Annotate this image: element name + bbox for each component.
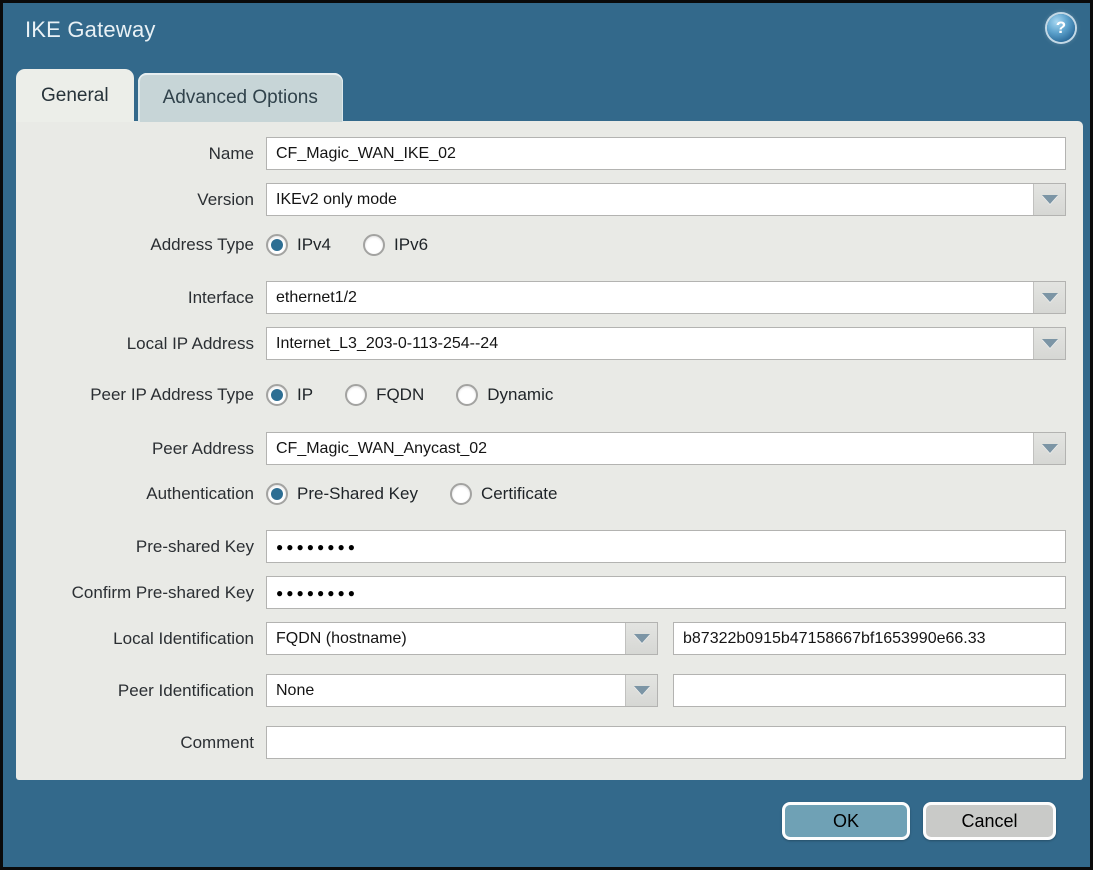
- comment-label: Comment: [16, 733, 266, 753]
- name-label: Name: [16, 144, 266, 164]
- address-type-label: Address Type: [16, 235, 266, 255]
- cancel-button[interactable]: Cancel: [923, 802, 1056, 840]
- local-identification-value-input[interactable]: [673, 622, 1066, 655]
- version-dropdown-button[interactable]: [1033, 184, 1065, 215]
- peer-ip-type-radio-group: IP FQDN Dynamic: [266, 384, 585, 406]
- chevron-down-icon: [1042, 195, 1058, 204]
- tab-general[interactable]: General: [16, 69, 134, 122]
- peer-identification-type-value: None: [267, 675, 625, 706]
- chevron-down-icon: [1042, 339, 1058, 348]
- radio-fqdn-label: FQDN: [376, 385, 424, 405]
- chevron-down-icon: [1042, 293, 1058, 302]
- peer-address-value: CF_Magic_WAN_Anycast_02: [267, 433, 1033, 464]
- peer-address-label: Peer Address: [16, 439, 266, 459]
- field-row-peer-ip-type: Peer IP Address Type IP FQDN Dynamic: [16, 382, 1083, 408]
- field-row-local-ip: Local IP Address Internet_L3_203-0-113-2…: [16, 327, 1083, 360]
- radio-certificate[interactable]: Certificate: [450, 483, 558, 505]
- version-dropdown[interactable]: IKEv2 only mode: [266, 183, 1066, 216]
- radio-ipv6-label: IPv6: [394, 235, 428, 255]
- peer-identification-value-input[interactable]: [673, 674, 1066, 707]
- radio-unselected-icon: [450, 483, 472, 505]
- page-title: IKE Gateway: [25, 17, 156, 43]
- confirm-pre-shared-key-input[interactable]: [266, 576, 1066, 609]
- field-row-pre-shared-key: Pre-shared Key: [16, 530, 1083, 563]
- local-identification-label: Local Identification: [16, 629, 266, 649]
- radio-ip[interactable]: IP: [266, 384, 313, 406]
- tab-advanced-options[interactable]: Advanced Options: [138, 73, 343, 122]
- address-type-radio-group: IPv4 IPv6: [266, 234, 460, 256]
- local-ip-value: Internet_L3_203-0-113-254--24: [267, 328, 1033, 359]
- field-row-peer-address: Peer Address CF_Magic_WAN_Anycast_02: [16, 432, 1083, 465]
- authentication-radio-group: Pre-Shared Key Certificate: [266, 483, 589, 505]
- local-identification-dropdown-button[interactable]: [625, 623, 657, 654]
- field-row-interface: Interface ethernet1/2: [16, 281, 1083, 314]
- pre-shared-key-input[interactable]: [266, 530, 1066, 563]
- field-row-peer-identification: Peer Identification None: [16, 674, 1083, 707]
- radio-selected-icon: [266, 234, 288, 256]
- general-tab-panel: Name Version IKEv2 only mode Address Typ…: [16, 121, 1083, 780]
- version-label: Version: [16, 190, 266, 210]
- radio-dynamic[interactable]: Dynamic: [456, 384, 553, 406]
- field-row-authentication: Authentication Pre-Shared Key Certificat…: [16, 481, 1083, 507]
- field-row-address-type: Address Type IPv4 IPv6: [16, 232, 1083, 258]
- radio-ip-label: IP: [297, 385, 313, 405]
- authentication-label: Authentication: [16, 484, 266, 504]
- chevron-down-icon: [634, 686, 650, 695]
- radio-ipv4[interactable]: IPv4: [266, 234, 331, 256]
- field-row-name: Name: [16, 137, 1083, 170]
- version-value: IKEv2 only mode: [267, 184, 1033, 215]
- peer-ip-type-label: Peer IP Address Type: [16, 385, 266, 405]
- chevron-down-icon: [1042, 444, 1058, 453]
- comment-input[interactable]: [266, 726, 1066, 759]
- radio-pre-shared-key-label: Pre-Shared Key: [297, 484, 418, 504]
- interface-label: Interface: [16, 288, 266, 308]
- radio-selected-icon: [266, 483, 288, 505]
- field-row-local-identification: Local Identification FQDN (hostname): [16, 622, 1083, 655]
- radio-unselected-icon: [345, 384, 367, 406]
- confirm-pre-shared-key-label: Confirm Pre-shared Key: [16, 583, 266, 603]
- local-identification-type-value: FQDN (hostname): [267, 623, 625, 654]
- dialog-footer: OK Cancel: [782, 802, 1056, 840]
- peer-identification-type-dropdown[interactable]: None: [266, 674, 658, 707]
- peer-identification-dropdown-button[interactable]: [625, 675, 657, 706]
- pre-shared-key-label: Pre-shared Key: [16, 537, 266, 557]
- ike-gateway-dialog: IKE Gateway ? General Advanced Options N…: [3, 3, 1090, 867]
- local-ip-dropdown-button[interactable]: [1033, 328, 1065, 359]
- tab-bar: General Advanced Options: [16, 69, 343, 122]
- radio-selected-icon: [266, 384, 288, 406]
- local-ip-label: Local IP Address: [16, 334, 266, 354]
- interface-value: ethernet1/2: [267, 282, 1033, 313]
- field-row-comment: Comment: [16, 726, 1083, 759]
- local-ip-dropdown[interactable]: Internet_L3_203-0-113-254--24: [266, 327, 1066, 360]
- peer-identification-label: Peer Identification: [16, 681, 266, 701]
- field-row-version: Version IKEv2 only mode: [16, 183, 1083, 216]
- peer-address-dropdown[interactable]: CF_Magic_WAN_Anycast_02: [266, 432, 1066, 465]
- field-row-confirm-pre-shared-key: Confirm Pre-shared Key: [16, 576, 1083, 609]
- radio-pre-shared-key[interactable]: Pre-Shared Key: [266, 483, 418, 505]
- local-identification-type-dropdown[interactable]: FQDN (hostname): [266, 622, 658, 655]
- help-icon[interactable]: ?: [1047, 14, 1075, 42]
- chevron-down-icon: [634, 634, 650, 643]
- radio-fqdn[interactable]: FQDN: [345, 384, 424, 406]
- radio-unselected-icon: [363, 234, 385, 256]
- interface-dropdown-button[interactable]: [1033, 282, 1065, 313]
- radio-dynamic-label: Dynamic: [487, 385, 553, 405]
- ok-button[interactable]: OK: [782, 802, 910, 840]
- interface-dropdown[interactable]: ethernet1/2: [266, 281, 1066, 314]
- radio-ipv6[interactable]: IPv6: [363, 234, 428, 256]
- radio-ipv4-label: IPv4: [297, 235, 331, 255]
- radio-certificate-label: Certificate: [481, 484, 558, 504]
- name-input[interactable]: [266, 137, 1066, 170]
- peer-address-dropdown-button[interactable]: [1033, 433, 1065, 464]
- radio-unselected-icon: [456, 384, 478, 406]
